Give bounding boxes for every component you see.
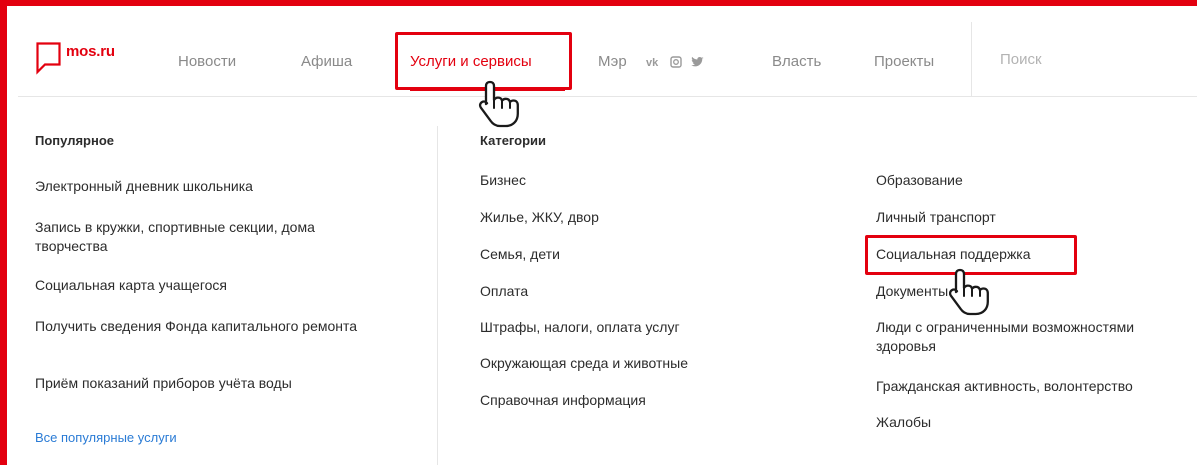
popular-item[interactable]: Запись в кружки, спортивные секции, дома… (35, 218, 365, 256)
popular-heading: Популярное (35, 133, 115, 148)
category-item[interactable]: Жилье, ЖКУ, двор (480, 208, 599, 227)
popular-item[interactable]: Приём показаний приборов учёта воды (35, 374, 292, 393)
twitter-icon[interactable] (691, 55, 704, 73)
category-item[interactable]: Окружающая среда и животные (480, 354, 688, 373)
category-item[interactable]: Документы (876, 282, 948, 301)
vk-icon[interactable]: vk (646, 55, 661, 73)
nav-government[interactable]: Власть (772, 53, 821, 70)
category-item[interactable]: Гражданская активность, волонтерство (876, 377, 1133, 396)
logo-text: mos.ru (66, 43, 115, 60)
popular-item[interactable]: Электронный дневник школьника (35, 177, 253, 196)
speech-bubble-logo-icon (36, 42, 61, 76)
nav-services[interactable]: Услуги и сервисы (410, 53, 532, 70)
mos-ru-logo[interactable]: mos.ru (36, 42, 115, 76)
social-links: vk (646, 55, 704, 73)
popular-item[interactable]: Получить сведения Фонда капитального рем… (35, 317, 365, 336)
all-popular-services-link[interactable]: Все популярные услуги (35, 428, 177, 447)
column-divider (437, 126, 438, 465)
category-item-social-support[interactable]: Социальная поддержка (876, 245, 1031, 264)
hand-pointer-icon (946, 266, 998, 321)
categories-heading: Категории (480, 133, 547, 148)
svg-text:vk: vk (646, 57, 659, 68)
category-item[interactable]: Бизнес (480, 171, 526, 190)
nav-news[interactable]: Новости (178, 53, 236, 70)
header-divider (971, 22, 972, 96)
nav-mayor[interactable]: Мэр (598, 53, 627, 70)
category-item[interactable]: Люди с ограниченными возможностями здоро… (876, 318, 1181, 356)
category-item[interactable]: Штрафы, налоги, оплата услуг (480, 318, 680, 337)
category-item[interactable]: Жалобы (876, 413, 931, 432)
nav-afisha[interactable]: Афиша (301, 53, 352, 70)
nav-projects[interactable]: Проекты (874, 53, 934, 70)
category-item[interactable]: Семья, дети (480, 245, 560, 264)
category-item[interactable]: Личный транспорт (876, 208, 996, 227)
instagram-icon[interactable] (670, 55, 682, 73)
category-item[interactable]: Справочная информация (480, 391, 646, 410)
search-input[interactable] (984, 44, 1184, 74)
site-header: mos.ru Новости Афиша Услуги и сервисы Мэ… (18, 22, 1197, 97)
mos-ru-page: mos.ru Новости Афиша Услуги и сервисы Мэ… (18, 22, 1197, 465)
popular-item[interactable]: Социальная карта учащегося (35, 276, 227, 295)
active-tab-underline (410, 88, 565, 91)
category-item[interactable]: Образование (876, 171, 963, 190)
category-item[interactable]: Оплата (480, 282, 528, 301)
